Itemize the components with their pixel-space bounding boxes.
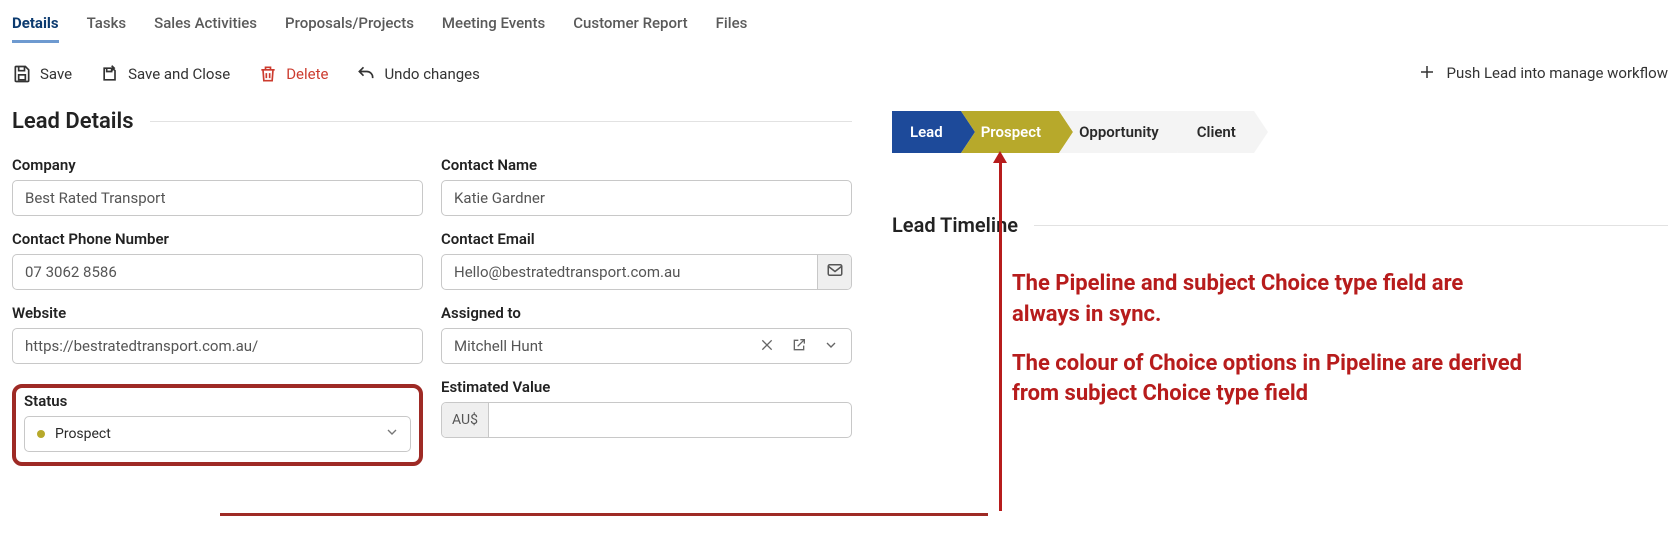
toolbar: Save Save and Close Delete Undo changes: [12, 49, 1668, 109]
status-select[interactable]: Prospect: [24, 416, 411, 452]
lead-details-heading-row: Lead Details: [12, 109, 852, 134]
estimated-value-input[interactable]: [489, 403, 851, 437]
annotation-text: The Pipeline and subject Choice type fie…: [1012, 269, 1532, 410]
website-field: Website: [12, 304, 423, 364]
contact-email-input-wrap[interactable]: [441, 254, 852, 290]
status-select-value-row: Prospect: [25, 417, 410, 451]
estimated-value-input-wrap[interactable]: AU$: [441, 402, 852, 438]
save-close-icon: [100, 64, 120, 84]
stage-label: Prospect: [981, 123, 1041, 141]
tab-details[interactable]: Details: [12, 10, 59, 43]
stage-notch-shape: [1177, 111, 1191, 153]
status-colour-dot: [37, 430, 45, 438]
stage-arrow-shape: [1254, 111, 1268, 153]
tab-tasks[interactable]: Tasks: [87, 10, 127, 43]
contact-name-input[interactable]: [442, 181, 851, 215]
right-panel: Lead Prospect Opportunity Client: [892, 109, 1668, 251]
save-button[interactable]: Save: [12, 64, 72, 84]
assigned-to-value: Mitchell Hunt: [442, 329, 749, 363]
lead-details-heading: Lead Details: [12, 109, 134, 134]
lead-form-grid: Company Contact Name Contact Phone Numbe…: [12, 156, 852, 466]
contact-phone-input-wrap[interactable]: [12, 254, 423, 290]
assigned-to-input-wrap[interactable]: Mitchell Hunt: [441, 328, 852, 364]
website-label: Website: [12, 304, 423, 322]
save-icon: [12, 64, 32, 84]
pipeline-stage-opportunity[interactable]: Opportunity: [1073, 111, 1191, 153]
mail-icon: [826, 261, 844, 283]
tab-sales-activities[interactable]: Sales Activities: [154, 10, 257, 43]
stage-notch-shape: [1059, 111, 1073, 153]
delete-button[interactable]: Delete: [258, 64, 328, 84]
clear-icon[interactable]: [759, 337, 777, 355]
status-value: Prospect: [55, 426, 111, 442]
toolbar-left: Save Save and Close Delete Undo changes: [12, 64, 480, 84]
contact-name-label: Contact Name: [441, 156, 852, 174]
estimated-value-field: Estimated Value AU$: [441, 378, 852, 466]
contact-email-label: Contact Email: [441, 230, 852, 248]
company-label: Company: [12, 156, 423, 174]
assigned-to-label: Assigned to: [441, 304, 852, 322]
tab-bar: Details Tasks Sales Activities Proposals…: [12, 0, 1668, 49]
company-field: Company: [12, 156, 423, 216]
estimated-value-label: Estimated Value: [441, 378, 852, 396]
company-input-wrap[interactable]: [12, 180, 423, 216]
currency-prefix: AU$: [442, 403, 489, 437]
website-input-wrap[interactable]: [12, 328, 423, 364]
company-input[interactable]: [13, 181, 422, 215]
pipeline-stages: Lead Prospect Opportunity Client: [892, 111, 1668, 153]
push-workflow-button[interactable]: Push Lead into manage workflow: [1418, 63, 1668, 83]
heading-rule: [150, 121, 852, 122]
chevron-down-icon[interactable]: [823, 337, 841, 355]
lead-timeline-heading-row: Lead Timeline: [892, 213, 1668, 237]
contact-phone-label: Contact Phone Number: [12, 230, 423, 248]
tab-customer-report[interactable]: Customer Report: [573, 10, 687, 43]
stage-label: Opportunity: [1079, 123, 1159, 141]
toolbar-right: Push Lead into manage workflow: [1418, 63, 1668, 85]
undo-changes-button[interactable]: Undo changes: [356, 64, 479, 84]
status-highlight-box: Status Prospect: [12, 384, 423, 466]
assigned-to-actions: [749, 329, 851, 363]
delete-label: Delete: [286, 65, 328, 83]
tab-files[interactable]: Files: [716, 10, 748, 43]
contact-email-field: Contact Email: [441, 230, 852, 290]
lead-details-panel: Lead Details Company Contact Name: [12, 109, 852, 466]
annotation-line-2: The colour of Choice options in Pipeline…: [1012, 349, 1532, 411]
plus-icon: [1418, 63, 1438, 83]
annotation-line-1: The Pipeline and subject Choice type fie…: [1012, 269, 1532, 331]
send-email-button[interactable]: [817, 255, 851, 289]
contact-name-input-wrap[interactable]: [441, 180, 852, 216]
undo-icon: [356, 64, 376, 84]
undo-label: Undo changes: [384, 65, 479, 83]
highlight-connector: [220, 513, 988, 516]
status-label: Status: [24, 392, 411, 410]
contact-phone-field: Contact Phone Number: [12, 230, 423, 290]
app-page: Details Tasks Sales Activities Proposals…: [0, 0, 1680, 466]
stage-label: Lead: [910, 123, 943, 141]
save-and-close-button[interactable]: Save and Close: [100, 64, 230, 84]
tab-proposals-projects[interactable]: Proposals/Projects: [285, 10, 414, 43]
save-label: Save: [40, 65, 72, 83]
contact-name-field: Contact Name: [441, 156, 852, 216]
heading-rule: [1034, 225, 1668, 226]
pipeline-stage-client[interactable]: Client: [1191, 111, 1268, 153]
trash-icon: [258, 64, 278, 84]
tab-meeting-events[interactable]: Meeting Events: [442, 10, 545, 43]
open-external-icon[interactable]: [791, 337, 809, 355]
push-workflow-label: Push Lead into manage workflow: [1446, 64, 1668, 82]
status-field: Status Prospect: [24, 394, 411, 452]
stage-notch-shape: [961, 111, 975, 153]
save-close-label: Save and Close: [128, 65, 230, 83]
annotation-arrow-line-v: [999, 161, 1002, 511]
contact-phone-input[interactable]: [13, 255, 422, 289]
content-row: Lead Details Company Contact Name: [12, 109, 1668, 466]
assigned-to-field: Assigned to Mitchell Hunt: [441, 304, 852, 364]
stage-label: Client: [1197, 123, 1236, 141]
website-input[interactable]: [13, 329, 422, 363]
contact-email-input[interactable]: [442, 255, 817, 289]
